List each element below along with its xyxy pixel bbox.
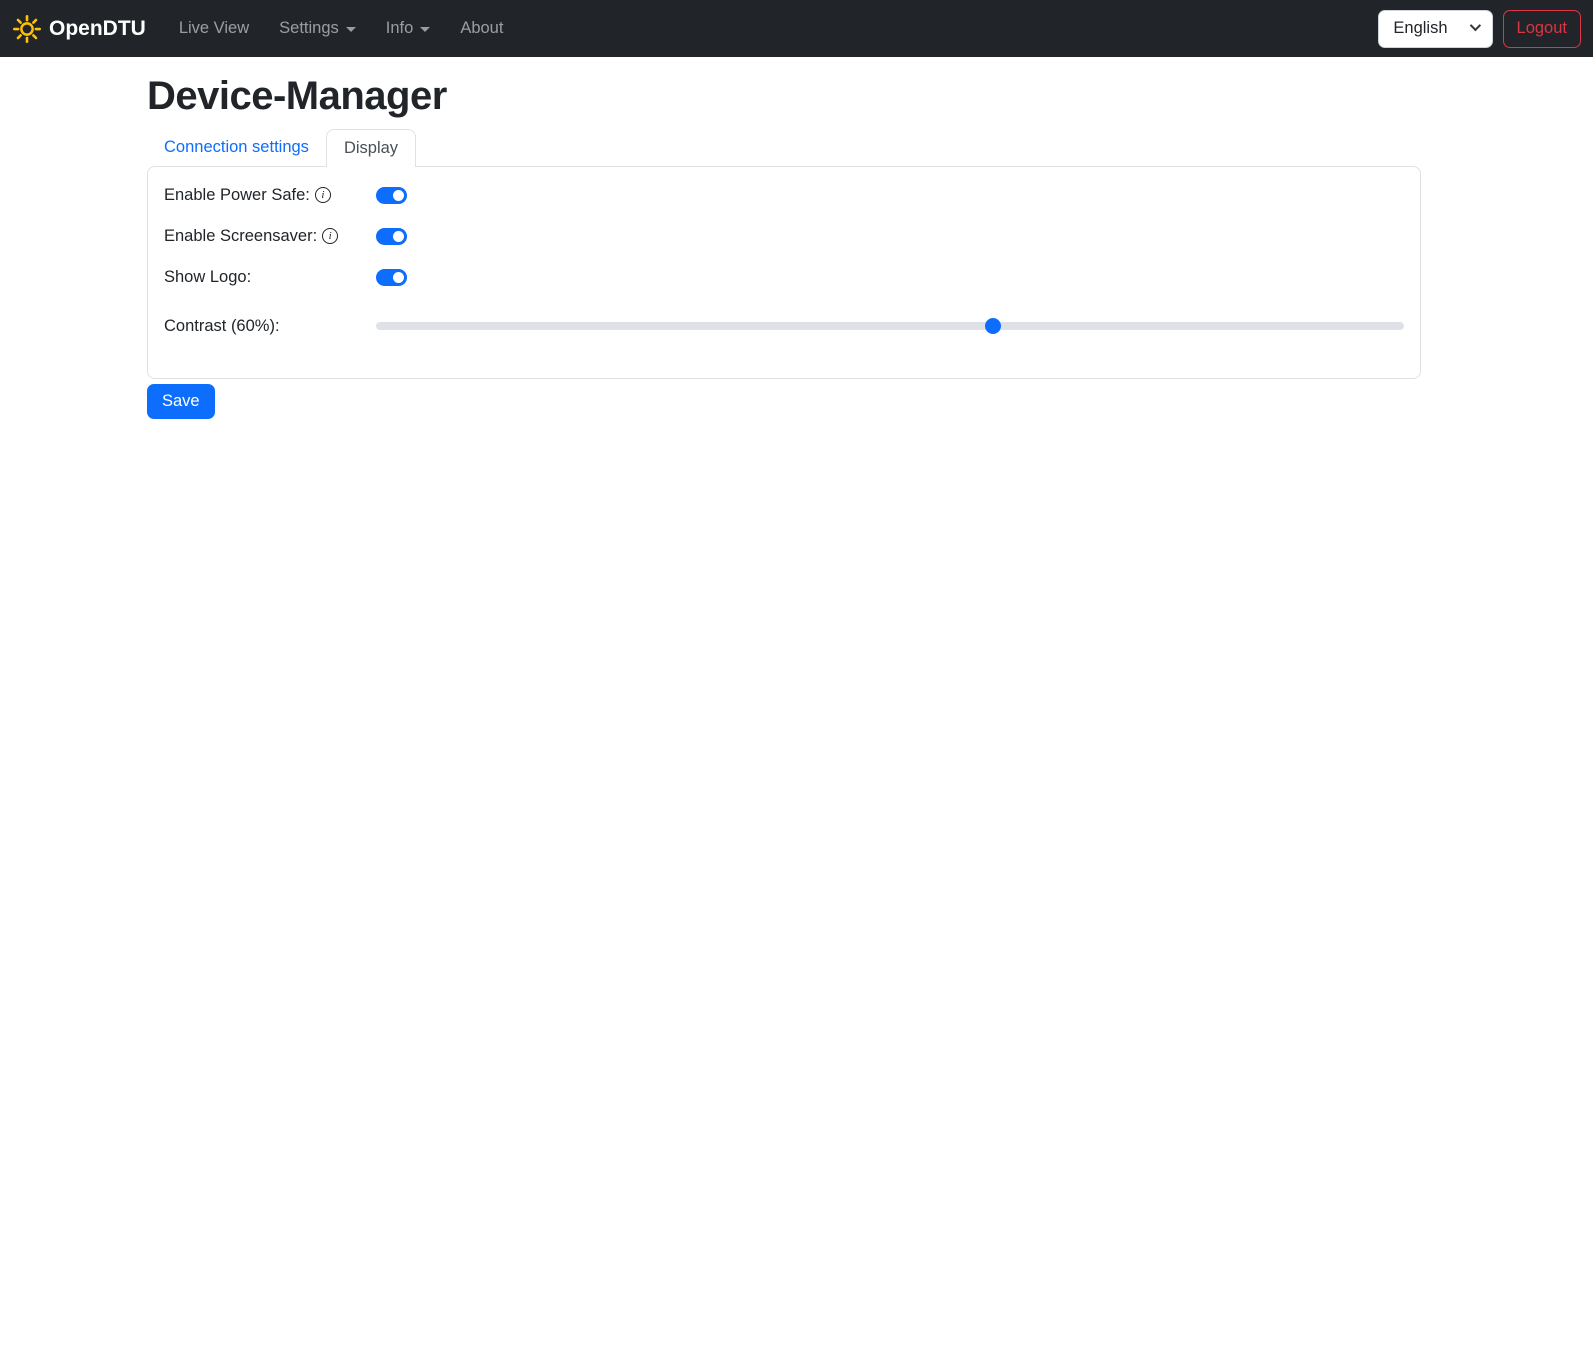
page-title: Device-Manager: [147, 74, 447, 118]
contrast-slider[interactable]: [376, 318, 1404, 334]
display-settings-card: Enable Power Safe: i Enable Screensaver:…: [147, 166, 1421, 379]
slider-track[interactable]: [376, 322, 1404, 330]
main-content: Device-Manager Connection settings Displ…: [147, 57, 1421, 419]
logout-button[interactable]: Logout: [1502, 9, 1581, 48]
form-row-contrast: Contrast (60%):: [164, 306, 1404, 346]
nav-item-label: About: [460, 19, 504, 37]
field-label: Show Logo:: [164, 267, 252, 286]
sun-icon: [12, 14, 42, 44]
info-icon[interactable]: i: [322, 228, 339, 244]
language-select-value: English: [1393, 19, 1448, 37]
brand-label: OpenDTU: [49, 16, 146, 40]
nav-item-label: Live View: [178, 19, 250, 37]
navbar: OpenDTU Live View Settings Info About En…: [0, 0, 1593, 57]
nav-item-settings[interactable]: Settings: [264, 11, 371, 46]
screensaver-toggle[interactable]: [376, 227, 407, 245]
brand-link[interactable]: OpenDTU: [12, 14, 146, 44]
save-button[interactable]: Save: [147, 384, 215, 419]
tab-display[interactable]: Display: [325, 129, 417, 167]
contrast-slider-thumb[interactable]: [984, 318, 1001, 334]
field-label: Contrast (60%):: [164, 316, 280, 335]
toggle-knob: [393, 189, 404, 201]
nav-item-info[interactable]: Info: [371, 11, 446, 46]
chevron-down-icon: [1469, 19, 1481, 31]
form-row-power-safe: Enable Power Safe: i: [164, 183, 1404, 207]
field-label: Enable Screensaver:: [164, 226, 318, 245]
tab-connection-settings[interactable]: Connection settings: [147, 129, 326, 166]
nav-item-live-view[interactable]: Live View: [164, 11, 264, 46]
power-safe-toggle[interactable]: [376, 186, 407, 204]
show-logo-toggle[interactable]: [376, 268, 407, 286]
field-label: Enable Power Safe:: [164, 185, 310, 204]
caret-down-icon: [345, 27, 356, 32]
toggle-knob: [393, 271, 404, 283]
nav-item-about[interactable]: About: [445, 11, 518, 46]
toggle-knob: [393, 230, 404, 242]
nav-item-label: Info: [385, 19, 414, 37]
nav-item-label: Settings: [279, 19, 339, 37]
form-row-screensaver: Enable Screensaver: i: [164, 224, 1404, 248]
form-row-show-logo: Show Logo:: [164, 265, 1404, 289]
caret-down-icon: [420, 27, 431, 32]
info-icon[interactable]: i: [314, 187, 331, 203]
language-select[interactable]: English: [1378, 9, 1493, 48]
tab-bar: Connection settings Display: [147, 129, 1421, 167]
